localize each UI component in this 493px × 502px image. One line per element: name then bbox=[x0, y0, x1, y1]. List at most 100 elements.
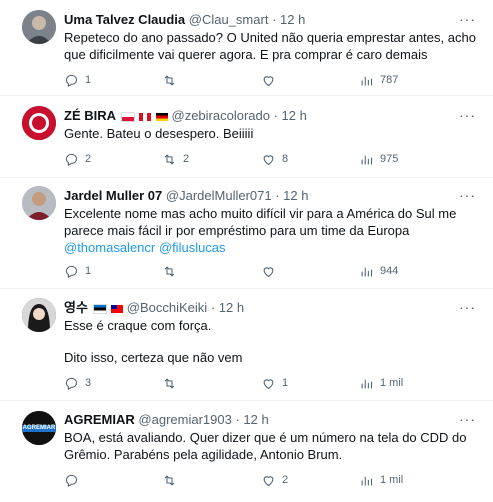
tweet-header: Uma Talvez Claudia @Clau_smart · 12 h bbox=[64, 12, 305, 28]
author-name[interactable]: ZÉ BIRA bbox=[64, 108, 116, 123]
reply-count: 1 bbox=[85, 265, 92, 277]
tweet-text: Repeteco do ano passado? O United não qu… bbox=[64, 30, 476, 62]
reply-button[interactable]: 2 bbox=[64, 151, 91, 167]
timestamp[interactable]: · 12 h bbox=[272, 12, 305, 27]
author-handle[interactable]: @zebiracolorado bbox=[172, 108, 270, 123]
views-button[interactable]: 787 bbox=[359, 72, 398, 88]
mention-link[interactable]: @thomasalencr bbox=[64, 240, 155, 255]
retweet-button[interactable] bbox=[162, 472, 183, 488]
tweet-text-line-2: Dito isso, certeza que não vem bbox=[64, 350, 243, 365]
reply-icon bbox=[65, 265, 78, 278]
like-count: 8 bbox=[282, 153, 289, 165]
tweet-3[interactable]: Jardel Muller 07 @JardelMuller071 · 12 h… bbox=[0, 178, 493, 289]
reply-icon bbox=[65, 74, 78, 87]
more-options-icon[interactable]: ··· bbox=[459, 412, 475, 426]
views-icon bbox=[361, 379, 373, 388]
timestamp[interactable]: · 12 h bbox=[235, 412, 268, 427]
retweet-button[interactable] bbox=[162, 263, 183, 279]
view-count: 1 mil bbox=[380, 474, 404, 486]
avatar[interactable] bbox=[22, 298, 56, 332]
tweet-text-line-1: Esse é craque com força. bbox=[64, 318, 212, 333]
timestamp[interactable]: · 12 h bbox=[274, 108, 307, 123]
more-options-icon[interactable]: ··· bbox=[459, 108, 475, 122]
more-options-icon[interactable]: ··· bbox=[459, 12, 475, 26]
retweet-icon bbox=[164, 265, 175, 277]
tweet-text: Gente. Bateu o desespero. Beiiiii bbox=[64, 126, 254, 141]
views-button[interactable]: 1 mil bbox=[359, 472, 403, 488]
retweet-icon bbox=[164, 474, 175, 486]
like-button[interactable] bbox=[261, 263, 282, 279]
reply-button[interactable]: 1 bbox=[64, 263, 91, 279]
author-name[interactable]: 영수 bbox=[64, 300, 88, 315]
tweet-actions: 3 1 1 mil bbox=[64, 375, 464, 391]
more-options-icon[interactable]: ··· bbox=[459, 188, 475, 202]
views-icon bbox=[361, 76, 373, 85]
flag-taiwan-icon bbox=[111, 304, 124, 313]
avatar[interactable] bbox=[22, 186, 56, 220]
heart-icon bbox=[263, 266, 274, 277]
author-name[interactable]: AGREMIAR bbox=[64, 412, 135, 427]
retweet-button[interactable] bbox=[162, 72, 183, 88]
retweet-icon bbox=[164, 153, 175, 165]
views-button[interactable]: 975 bbox=[359, 151, 398, 167]
retweet-button[interactable] bbox=[162, 375, 183, 391]
like-button[interactable] bbox=[261, 72, 282, 88]
mention-link[interactable]: @filuslucas bbox=[159, 240, 226, 255]
view-count: 787 bbox=[380, 74, 399, 86]
views-icon bbox=[361, 155, 373, 164]
view-count: 1 mil bbox=[380, 377, 404, 389]
views-button[interactable]: 1 mil bbox=[359, 375, 403, 391]
tweet-1[interactable]: Uma Talvez Claudia @Clau_smart · 12 h ··… bbox=[0, 0, 493, 96]
like-button[interactable]: 8 bbox=[261, 151, 288, 167]
tweet-actions: 1 944 bbox=[64, 263, 464, 279]
more-options-icon[interactable]: ··· bbox=[459, 300, 475, 314]
like-count: 1 bbox=[282, 377, 289, 389]
avatar[interactable]: AGREMIAR bbox=[22, 411, 56, 445]
retweet-button[interactable]: 2 bbox=[162, 151, 189, 167]
author-name[interactable]: Uma Talvez Claudia bbox=[64, 12, 185, 27]
avatar-logo-text: AGREMIAR bbox=[22, 425, 56, 431]
flag-estonia-icon bbox=[92, 303, 107, 314]
timestamp[interactable]: · 12 h bbox=[211, 300, 244, 315]
reply-icon bbox=[65, 377, 78, 390]
heart-icon bbox=[263, 154, 274, 165]
tweet-4[interactable]: 영수 @BocchiKeiki · 12 h ··· Esse é craque… bbox=[0, 289, 493, 401]
heart-icon bbox=[263, 475, 274, 486]
reply-button[interactable] bbox=[64, 472, 85, 488]
author-handle[interactable]: @BocchiKeiki bbox=[127, 300, 207, 315]
avatar[interactable] bbox=[22, 106, 56, 140]
reply-count: 1 bbox=[85, 74, 92, 86]
reply-count: 2 bbox=[85, 153, 92, 165]
reply-icon bbox=[65, 474, 78, 487]
timestamp[interactable]: · 12 h bbox=[275, 188, 308, 203]
author-handle[interactable]: @JardelMuller071 bbox=[166, 188, 272, 203]
author-handle[interactable]: @Clau_smart bbox=[189, 12, 269, 27]
views-icon bbox=[361, 267, 373, 276]
views-button[interactable]: 944 bbox=[359, 263, 398, 279]
tweet-header: 영수 @BocchiKeiki · 12 h bbox=[64, 300, 244, 316]
tweet-header: ZÉ BIRA @zebiracolorado · 12 h bbox=[64, 108, 307, 124]
reply-icon bbox=[65, 153, 78, 166]
reply-button[interactable]: 3 bbox=[64, 375, 91, 391]
flag-germany-icon bbox=[155, 112, 168, 121]
heart-icon bbox=[263, 378, 274, 389]
retweet-icon bbox=[164, 377, 175, 389]
like-count: 2 bbox=[282, 474, 289, 486]
tweet-2[interactable]: ZÉ BIRA @zebiracolorado · 12 h ··· Gente… bbox=[0, 96, 493, 178]
author-handle[interactable]: @agremiar1903 bbox=[138, 412, 231, 427]
tweet-header: Jardel Muller 07 @JardelMuller071 · 12 h bbox=[64, 188, 308, 204]
like-button[interactable]: 1 bbox=[261, 375, 288, 391]
retweet-count: 2 bbox=[183, 153, 190, 165]
reply-count: 3 bbox=[85, 377, 92, 389]
author-name[interactable]: Jardel Muller 07 bbox=[64, 188, 162, 203]
like-button[interactable]: 2 bbox=[261, 472, 288, 488]
tweet-5[interactable]: AGREMIAR AGREMIAR @agremiar1903 · 12 h ·… bbox=[0, 401, 493, 502]
reply-button[interactable]: 1 bbox=[64, 72, 91, 88]
tweet-actions: 2 2 8 975 bbox=[64, 151, 464, 167]
view-count: 975 bbox=[380, 153, 399, 165]
avatar[interactable] bbox=[22, 10, 56, 44]
view-count: 944 bbox=[380, 265, 399, 277]
tweet-text: Excelente nome mas acho muito difícil vi… bbox=[64, 205, 464, 256]
tweet-header: AGREMIAR @agremiar1903 · 12 h bbox=[64, 412, 269, 428]
tweet-text: BOA, está avaliando. Quer dizer que é um… bbox=[64, 430, 467, 462]
